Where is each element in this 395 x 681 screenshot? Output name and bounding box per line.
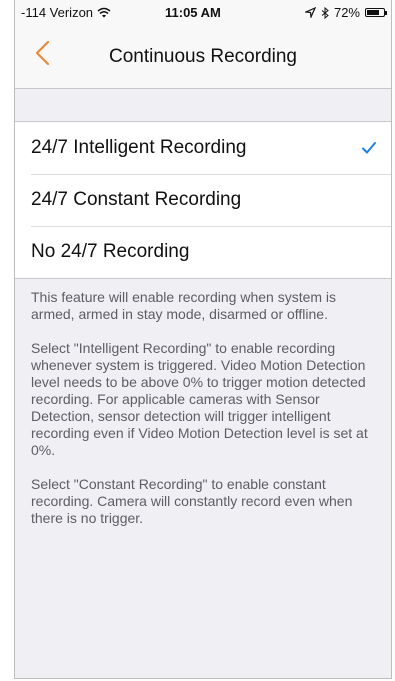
page-title: Continuous Recording bbox=[108, 46, 297, 67]
option-constant-recording[interactable]: 24/7 Constant Recording bbox=[15, 174, 391, 226]
battery-fill bbox=[367, 10, 379, 15]
section-spacer bbox=[15, 89, 391, 122]
status-left: -114 Verizon bbox=[21, 5, 111, 20]
option-label: 24/7 Constant Recording bbox=[31, 189, 242, 210]
description-paragraph-2: Select "Intelligent Recording" to enable… bbox=[31, 340, 368, 458]
option-label: 24/7 Intelligent Recording bbox=[31, 137, 247, 158]
battery-icon bbox=[365, 8, 387, 17]
status-right: 72% bbox=[304, 5, 387, 20]
status-bar: -114 Verizon 11:05 AM 72% bbox=[15, 0, 391, 24]
option-intelligent-recording[interactable]: 24/7 Intelligent Recording bbox=[15, 122, 391, 174]
battery-percent: 72% bbox=[333, 5, 360, 20]
checkmark-icon bbox=[362, 142, 376, 154]
bluetooth-icon bbox=[321, 6, 329, 19]
description-paragraph-1: This feature will enable recording when … bbox=[31, 289, 337, 322]
description-section: This feature will enable recording when … bbox=[15, 279, 391, 527]
wifi-icon bbox=[97, 7, 111, 18]
phone-screen: -114 Verizon 11:05 AM 72% Continuous Rec… bbox=[14, 0, 392, 679]
option-label: No 24/7 Recording bbox=[31, 241, 190, 262]
clock: 11:05 AM bbox=[165, 5, 221, 20]
recording-options-list: 24/7 Intelligent Recording 24/7 Constant… bbox=[15, 122, 391, 279]
option-no-recording[interactable]: No 24/7 Recording bbox=[15, 226, 391, 278]
description-paragraph-3: Select "Constant Recording" to enable co… bbox=[31, 476, 353, 526]
location-arrow-icon bbox=[304, 7, 316, 18]
navigation-bar: Continuous Recording bbox=[15, 24, 391, 89]
carrier-label: -114 Verizon bbox=[21, 5, 94, 20]
